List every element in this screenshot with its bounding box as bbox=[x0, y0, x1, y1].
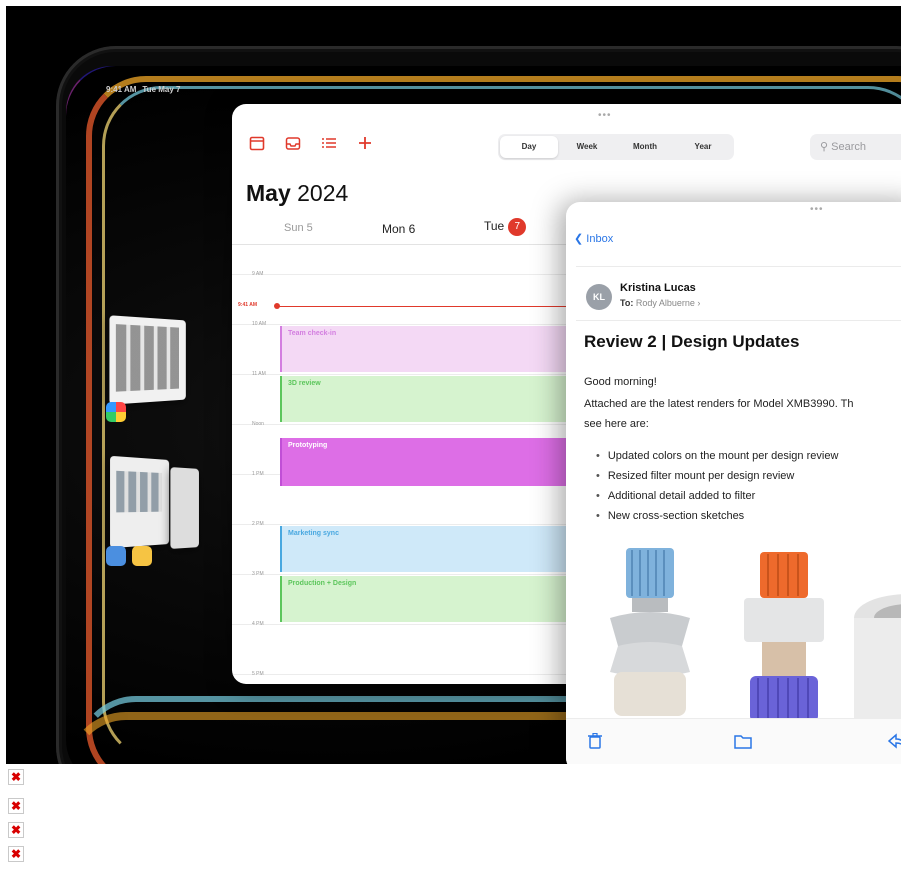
title-month: May bbox=[246, 180, 291, 206]
product-render-orange bbox=[744, 552, 824, 722]
hour-label-2pm: 2 PM bbox=[252, 521, 264, 527]
list-item: Updated colors on the mount per design r… bbox=[596, 450, 839, 462]
calendar-icon[interactable] bbox=[246, 134, 268, 156]
ipad-screenshot: 9:41 AM Tue May 7 ••• Day Week Month Year bbox=[6, 6, 901, 764]
window-grabber[interactable]: ••• bbox=[598, 110, 612, 121]
event-title: Team check-in bbox=[288, 330, 337, 337]
trash-icon[interactable] bbox=[588, 732, 602, 754]
event-production-design[interactable]: Production + Design bbox=[280, 576, 580, 622]
title-year: 2024 bbox=[297, 180, 349, 206]
page-title: May 2024 bbox=[246, 180, 348, 207]
mail-window: ••• ❮ Inbox KL Kristina Lucas To: Rody A… bbox=[566, 202, 901, 764]
back-label: Inbox bbox=[586, 233, 614, 245]
to-prefix: To: bbox=[620, 298, 634, 308]
list-item: Additional detail added to filter bbox=[596, 490, 755, 502]
email-subject: Review 2 | Design Updates bbox=[584, 332, 800, 351]
divider bbox=[576, 320, 901, 321]
mail-toolbar bbox=[566, 718, 901, 764]
event-title: Marketing sync bbox=[288, 530, 339, 537]
recipient-name: Rody Albuerne bbox=[635, 298, 695, 308]
search-placeholder: Search bbox=[831, 141, 866, 153]
finder-app-icon[interactable] bbox=[106, 546, 126, 566]
today-badge: 7 bbox=[508, 218, 527, 236]
hour-label-9: 9 AM bbox=[252, 271, 264, 277]
current-time-label: 9:41 AM bbox=[238, 302, 257, 308]
stage-manager-third-window[interactable] bbox=[170, 467, 199, 549]
hour-label-10: 10 AM bbox=[252, 321, 267, 327]
divider bbox=[576, 266, 901, 267]
hour-label-11: 11 AM bbox=[252, 371, 266, 377]
event-title: 3D review bbox=[288, 380, 321, 387]
tab-month[interactable]: Month bbox=[616, 136, 674, 158]
stage-manager-photos-window[interactable] bbox=[109, 315, 186, 405]
list-item: New cross-section sketches bbox=[596, 510, 744, 522]
chevron-left-icon: ❮ bbox=[574, 233, 584, 245]
plus-icon[interactable] bbox=[354, 134, 376, 156]
tab-week[interactable]: Week bbox=[558, 136, 616, 158]
event-title: Production + Design bbox=[288, 580, 357, 587]
hour-label-1pm: 1 PM bbox=[252, 471, 264, 477]
event-3d-review[interactable]: 3D review bbox=[280, 376, 580, 422]
product-render-gray bbox=[854, 594, 901, 722]
hour-label-4pm: 4 PM bbox=[252, 621, 264, 627]
hour-label-5pm: 5 PM bbox=[252, 671, 264, 677]
tab-day[interactable]: Day bbox=[500, 136, 558, 158]
tab-year[interactable]: Year bbox=[674, 136, 732, 158]
day-mon[interactable]: Mon 6 bbox=[382, 222, 415, 236]
stage-manager-second-window[interactable] bbox=[110, 455, 170, 549]
broken-image-icon: ✖ bbox=[8, 769, 24, 785]
list-item: Resized filter mount per design review bbox=[596, 470, 794, 482]
status-time: 9:41 AM bbox=[106, 85, 137, 94]
day-tue[interactable]: Tue 7 bbox=[484, 218, 527, 236]
broken-image-icon: ✖ bbox=[8, 846, 24, 862]
status-date: Tue May 7 bbox=[142, 85, 181, 94]
hour-label-noon: Noon bbox=[252, 421, 264, 427]
notes-app-icon[interactable] bbox=[132, 546, 152, 566]
status-bar: 9:41 AM Tue May 7 bbox=[106, 85, 186, 94]
recipient-line[interactable]: To: Rody Albuerne › bbox=[620, 298, 700, 308]
product-render-blue bbox=[610, 548, 690, 716]
hour-label-3pm: 3 PM bbox=[252, 571, 264, 577]
event-prototyping[interactable]: Prototyping bbox=[280, 438, 580, 486]
email-body-line: see here are: bbox=[584, 418, 649, 430]
day-sun[interactable]: Sun 5 bbox=[284, 222, 313, 234]
email-body-line: Attached are the latest renders for Mode… bbox=[584, 398, 854, 410]
back-to-inbox-link[interactable]: ❮ Inbox bbox=[574, 232, 613, 245]
view-segmented-control: Day Week Month Year bbox=[498, 134, 734, 160]
event-marketing-sync[interactable]: Marketing sync bbox=[280, 526, 580, 572]
folder-icon[interactable] bbox=[734, 733, 752, 754]
avatar: KL bbox=[586, 284, 612, 310]
reply-icon[interactable] bbox=[887, 733, 901, 754]
window-grabber[interactable]: ••• bbox=[810, 204, 824, 215]
sender-name[interactable]: Kristina Lucas bbox=[620, 282, 696, 294]
email-greeting: Good morning! bbox=[584, 376, 657, 388]
photos-app-icon[interactable] bbox=[106, 402, 126, 422]
list-icon[interactable] bbox=[318, 134, 340, 156]
event-team-check-in[interactable]: Team check-in bbox=[280, 326, 580, 372]
inbox-tray-icon[interactable] bbox=[282, 134, 304, 156]
search-field[interactable]: ⚲ Search bbox=[810, 134, 901, 160]
broken-image-icon: ✖ bbox=[8, 798, 24, 814]
day-tue-label: Tue bbox=[484, 219, 505, 234]
broken-image-icon: ✖ bbox=[8, 822, 24, 838]
search-icon: ⚲ bbox=[820, 141, 829, 153]
event-title: Prototyping bbox=[288, 442, 328, 449]
